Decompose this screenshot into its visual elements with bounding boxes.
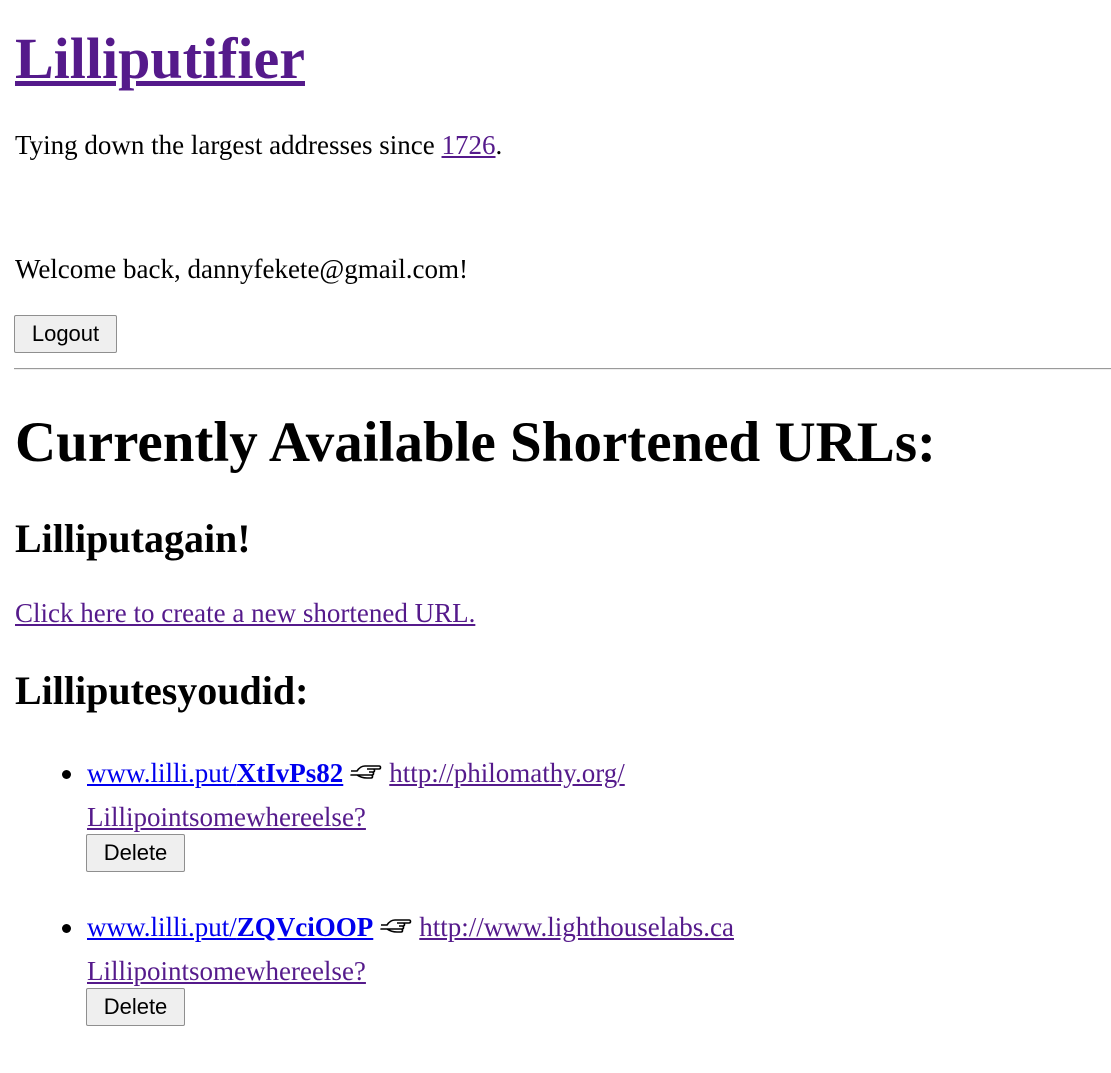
- pointing-hand-icon: [379, 911, 413, 933]
- site-title-link[interactable]: Lilliputifier: [15, 26, 305, 91]
- create-url-link[interactable]: Click here to create a new shortened URL…: [15, 595, 475, 631]
- url-line: www.lilli.put/XtIvPs82 http://philomathy.…: [87, 754, 625, 792]
- tagline-suffix: .: [495, 130, 503, 160]
- divider: [14, 368, 1111, 370]
- site-title: Lilliputifier: [15, 24, 305, 94]
- short-url-prefix: www.lilli.put/: [87, 912, 237, 942]
- pointing-hand-icon: [349, 757, 383, 779]
- delete-button[interactable]: Delete: [86, 834, 185, 872]
- logout-button[interactable]: Logout: [14, 315, 117, 353]
- short-url-code: XtIvPs82: [236, 758, 344, 788]
- delete-button[interactable]: Delete: [86, 988, 185, 1026]
- section-title: Currently Available Shortened URLs:: [15, 411, 936, 474]
- list-item: www.lilli.put/ZQVciOOP http://www.lightho…: [0, 908, 1111, 1062]
- bullet: [62, 770, 71, 779]
- tagline: Tying down the largest addresses since 1…: [15, 127, 502, 163]
- list-item: www.lilli.put/XtIvPs82 http://philomathy.…: [0, 754, 1111, 908]
- welcome-message: Welcome back, dannyfekete@gmail.com!: [15, 254, 469, 284]
- url-line: www.lilli.put/ZQVciOOP http://www.lightho…: [87, 908, 734, 946]
- repoint-link[interactable]: Lillipointsomewhereelse?: [87, 798, 366, 836]
- long-url-link[interactable]: http://www.lighthouselabs.ca: [419, 912, 734, 942]
- long-url-link[interactable]: http://philomathy.org/: [389, 758, 625, 788]
- repoint-link[interactable]: Lillipointsomewhereelse?: [87, 952, 366, 990]
- short-url-link[interactable]: www.lilli.put/ZQVciOOP: [87, 912, 373, 942]
- short-url-code: ZQVciOOP: [236, 912, 374, 942]
- short-url-link[interactable]: www.lilli.put/XtIvPs82: [87, 758, 343, 788]
- url-list: www.lilli.put/XtIvPs82 http://philomathy.…: [0, 754, 1111, 1062]
- bullet: [62, 924, 71, 933]
- tagline-year-link[interactable]: 1726: [442, 130, 496, 160]
- create-heading: Lilliputagain!: [15, 516, 251, 561]
- tagline-prefix: Tying down the largest addresses since: [15, 130, 442, 160]
- list-heading: Lilliputesyoudid:: [15, 668, 309, 713]
- short-url-prefix: www.lilli.put/: [87, 758, 237, 788]
